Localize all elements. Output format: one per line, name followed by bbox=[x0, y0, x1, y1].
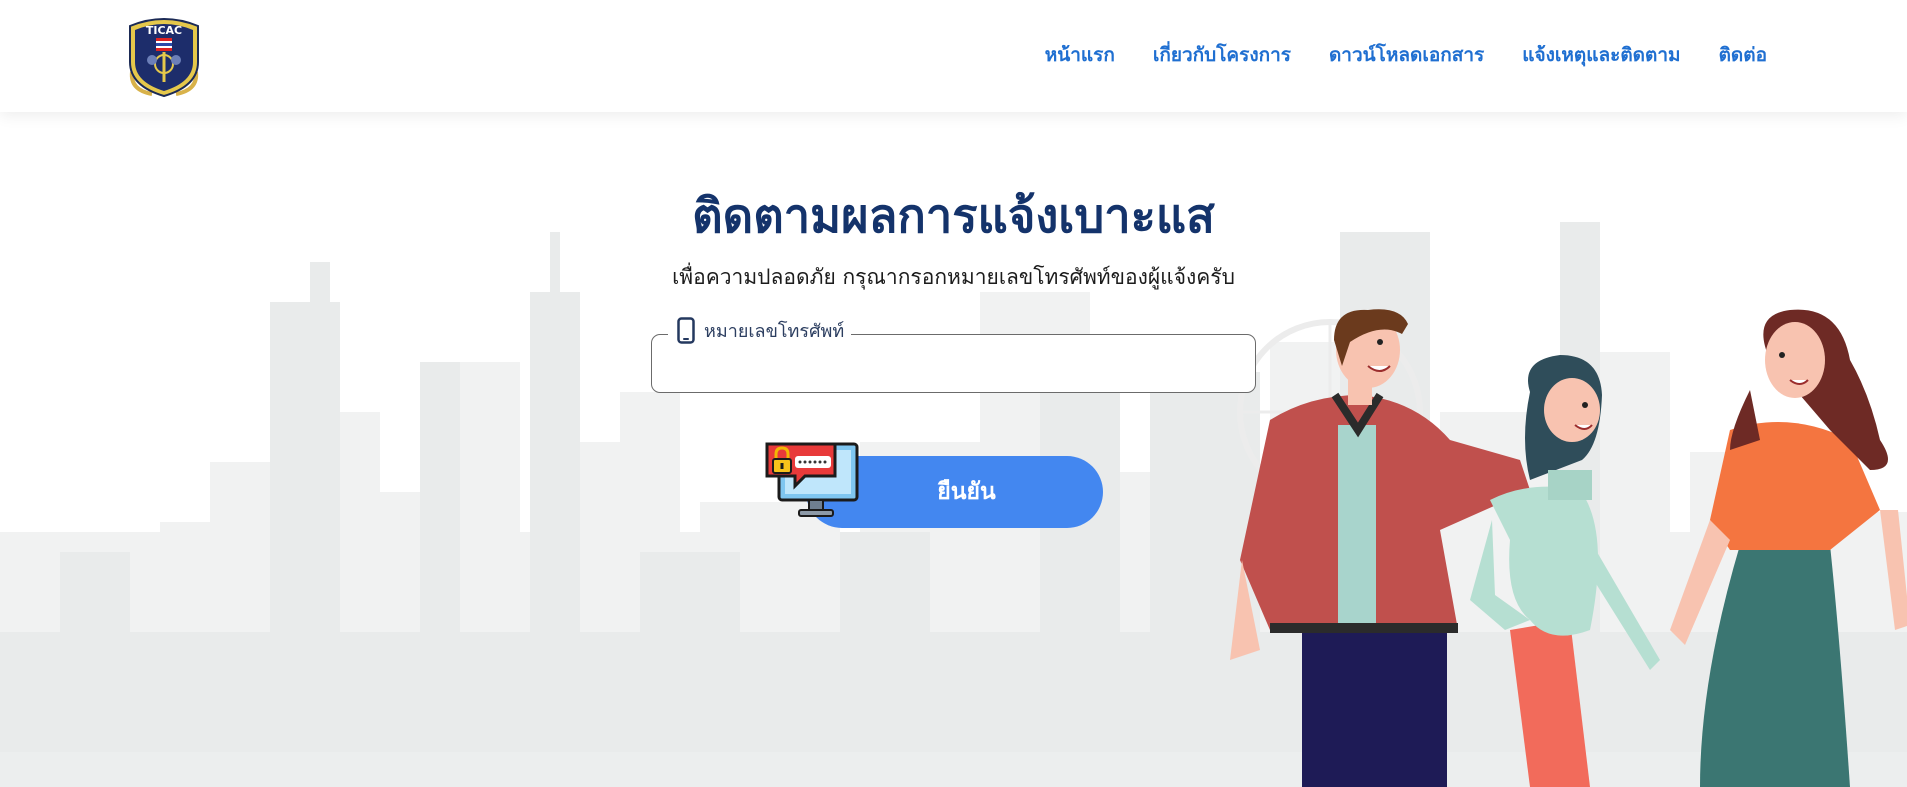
secure-monitor-icon bbox=[765, 442, 859, 517]
mobile-phone-icon bbox=[677, 316, 695, 344]
page-title: ติดตามผลการแจ้งเบาะแส bbox=[692, 189, 1215, 244]
nav-download-documents[interactable]: ดาวน์โหลดเอกสาร bbox=[1329, 40, 1484, 70]
nav-contact[interactable]: ติดต่อ bbox=[1719, 40, 1767, 70]
girl-figure bbox=[1470, 355, 1660, 787]
ticac-logo[interactable]: TICAC bbox=[122, 12, 206, 98]
man-figure bbox=[1230, 309, 1556, 787]
page-subtitle: เพื่อความปลอดภัย กรุณากรอกหมายเลขโทรศัพท… bbox=[672, 265, 1235, 289]
main-nav: หน้าแรก เกี่ยวกับโครงการ ดาวน์โหลดเอกสาร… bbox=[1045, 40, 1767, 70]
nav-about-project[interactable]: เกี่ยวกับโครงการ bbox=[1153, 40, 1291, 70]
woman-figure bbox=[1670, 309, 1907, 787]
nav-report-and-track[interactable]: แจ้งเหตุและติดตาม bbox=[1522, 40, 1680, 70]
confirm-button-label: ยืนยัน bbox=[937, 479, 996, 505]
logo-text: TICAC bbox=[146, 24, 182, 37]
site-header: TICAC หน้าแรก เกี่ยวกับโครงการ ดาวน์โหลด… bbox=[0, 0, 1907, 112]
phone-number-input[interactable] bbox=[664, 345, 1244, 383]
phone-field-legend: หมายเลขโทรศัพท์ bbox=[668, 316, 852, 344]
phone-field-label: หมายเลขโทรศัพท์ bbox=[704, 320, 845, 342]
page: TICAC หน้าแรก เกี่ยวกับโครงการ ดาวน์โหลด… bbox=[0, 0, 1907, 787]
nav-home[interactable]: หน้าแรก bbox=[1045, 40, 1115, 70]
people-illustration bbox=[1230, 309, 1907, 787]
